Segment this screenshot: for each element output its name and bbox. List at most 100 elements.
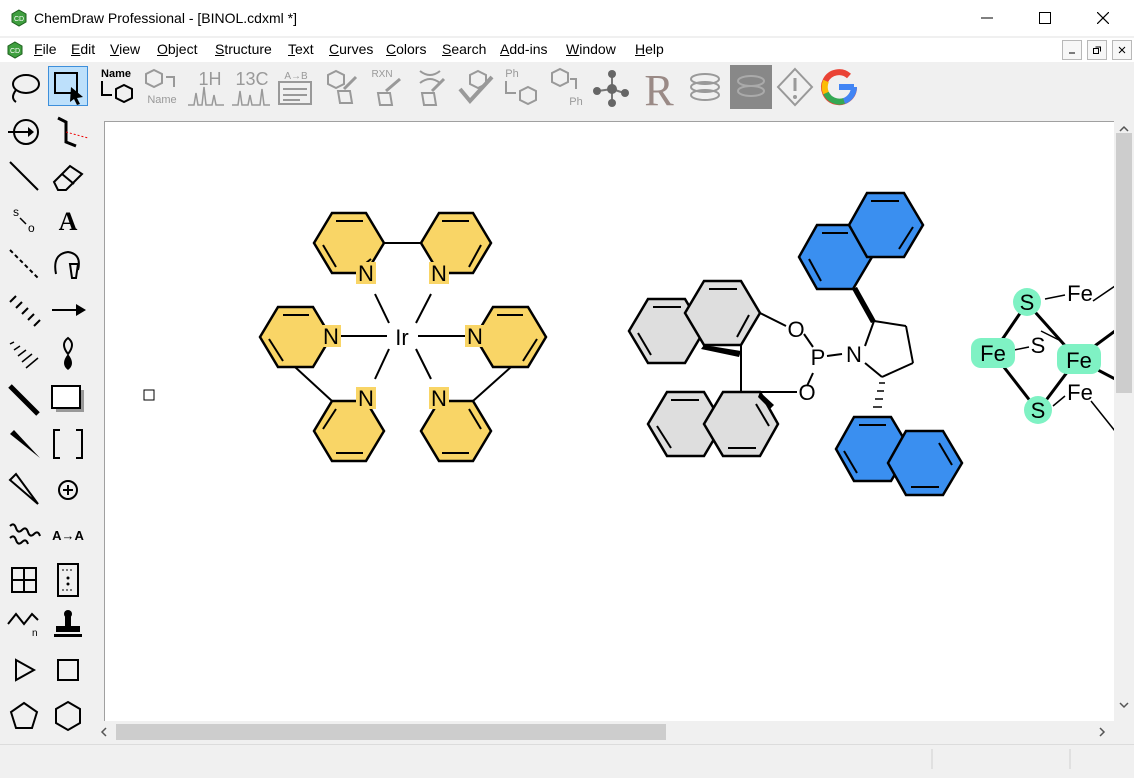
google-search-button[interactable] [818, 65, 860, 109]
chemical-properties-button[interactable]: A→B [274, 65, 316, 109]
square-ring-tool[interactable] [48, 650, 88, 690]
menu-curves[interactable]: Curves [329, 41, 373, 57]
close-button[interactable] [1074, 0, 1132, 36]
text-subscript-tool[interactable]: s o [4, 200, 44, 240]
r-group-button[interactable]: R [638, 65, 680, 109]
zigzag-chain-icon: n [7, 612, 39, 639]
predict-13c-nmr-button[interactable]: 13C [230, 65, 272, 109]
doc-close-button[interactable] [1112, 40, 1132, 60]
pen-icon [54, 250, 80, 279]
close-icon [1097, 12, 1109, 24]
wedge-bond-tool[interactable] [4, 424, 44, 464]
triangle-ring-tool[interactable] [4, 650, 44, 690]
wedge-hash-tool[interactable] [4, 334, 44, 374]
marquee-tool[interactable] [48, 66, 88, 106]
nitrogen-atom: N [846, 342, 862, 367]
maximize-icon [1039, 12, 1051, 24]
dashed-bond-tool[interactable] [4, 244, 44, 284]
r-label: R [644, 66, 674, 109]
molecule-drawing: Ir N N N N N N O O P N S S S Fe Fe Fe Fe [143, 191, 1114, 497]
predict-1h-nmr-button[interactable]: 1H [186, 65, 228, 109]
drawing-canvas[interactable]: Ir N N N N N N O O P N S S S Fe Fe Fe Fe [104, 121, 1114, 721]
menu-structure[interactable]: Structure [215, 41, 272, 57]
name-to-structure-button[interactable]: Name [142, 65, 184, 109]
maximize-button[interactable] [1016, 0, 1074, 36]
menu-text[interactable]: Text [288, 41, 314, 57]
hashed-bond-tool[interactable] [4, 290, 44, 330]
orbital-tool[interactable] [48, 334, 88, 374]
contract-label-icon: Ph [551, 67, 583, 108]
marquee-select-icon [54, 72, 83, 105]
molecule-3d-button[interactable] [590, 65, 632, 109]
pentagon-ring-tool[interactable] [4, 696, 44, 736]
lasso-icon [12, 74, 40, 103]
orbital-icon [63, 336, 73, 370]
warning-button[interactable] [774, 65, 816, 109]
chemical-properties-icon: A→B [278, 71, 312, 105]
solid-bond-icon [9, 161, 39, 191]
menu-window[interactable]: Window [566, 41, 616, 57]
r-group-icon: R [644, 66, 674, 109]
drawing-elements-tool[interactable] [48, 380, 88, 420]
charge-tool[interactable] [48, 470, 88, 510]
horizontal-scrollbar[interactable] [96, 722, 1114, 742]
bold-bond-tool[interactable] [4, 380, 44, 420]
doc-restore-button[interactable] [1087, 40, 1107, 60]
menu-object[interactable]: Object [157, 41, 197, 57]
name-to-structure-icon: Name [145, 68, 177, 106]
document-icon[interactable]: CD [6, 41, 24, 59]
arrow-tool[interactable] [48, 290, 88, 330]
templates-tool[interactable] [48, 604, 88, 644]
menu-colors[interactable]: Colors [386, 41, 426, 57]
scrollbar-graphics [1116, 125, 1132, 709]
chain-tool[interactable] [4, 112, 44, 152]
structure-to-name-button[interactable]: Name [98, 65, 140, 109]
menu-help[interactable]: Help [635, 41, 664, 57]
text-tool[interactable]: A [48, 200, 88, 240]
bond-length-icon [57, 116, 88, 148]
solid-bond-tool[interactable] [4, 156, 44, 196]
doc-minimize-button[interactable] [1062, 40, 1082, 60]
lasso-tool[interactable] [4, 68, 44, 108]
bond-length-tool[interactable] [48, 112, 88, 152]
ab-label: A→B [284, 71, 308, 82]
stack-button[interactable] [684, 65, 726, 109]
pen-tool[interactable] [48, 244, 88, 284]
menu-file[interactable]: File [34, 41, 57, 57]
iridium-complex[interactable]: Ir N N N N N N [258, 211, 548, 463]
clean-reaction-button[interactable]: RXN [366, 65, 408, 109]
contract-label-button[interactable]: Ph [546, 65, 588, 109]
hexagon-ring-tool[interactable] [48, 696, 88, 736]
hollow-wedge-tool[interactable] [4, 470, 44, 510]
pentagon-icon [9, 701, 39, 729]
status-bar [0, 744, 1134, 772]
vertical-scrollbar[interactable] [1114, 121, 1134, 721]
clean-biopolymer-button[interactable] [410, 65, 452, 109]
wavy-bond-tool[interactable] [4, 514, 44, 554]
iron-atom: Fe [1066, 348, 1092, 373]
chain-n-tool[interactable]: n [4, 604, 44, 644]
atom-map-icon: A→A [52, 528, 84, 543]
minimize-button[interactable] [958, 0, 1016, 36]
menu-add-ins[interactable]: Add-ins [500, 41, 547, 57]
13c-nmr-icon: 13C [232, 69, 270, 106]
menu-edit[interactable]: Edit [71, 41, 95, 57]
brackets-tool[interactable] [48, 424, 88, 464]
iron-sulfur-cluster[interactable]: S S S Fe Fe Fe Fe [971, 281, 1114, 431]
close-icon [1118, 46, 1126, 54]
check-structure-button[interactable] [456, 65, 498, 109]
table-tool[interactable] [4, 560, 44, 600]
menu-search[interactable]: Search [442, 41, 486, 57]
clean-structure-button[interactable] [322, 65, 364, 109]
eraser-tool[interactable] [48, 156, 88, 196]
tlc-plate-tool[interactable] [48, 560, 88, 600]
iridium-atom: Ir [395, 325, 408, 350]
menu-view[interactable]: View [110, 41, 140, 57]
atom-map-tool[interactable]: A→A [48, 514, 88, 554]
selection-handle[interactable] [143, 389, 155, 401]
nitrogen-atom: N [358, 386, 374, 411]
binol-phosphoramidite[interactable]: O O P N [627, 191, 964, 497]
grayed-tool-button[interactable] [730, 65, 772, 109]
expand-label-button[interactable]: Ph [500, 65, 542, 109]
hexagon-icon [55, 700, 81, 732]
